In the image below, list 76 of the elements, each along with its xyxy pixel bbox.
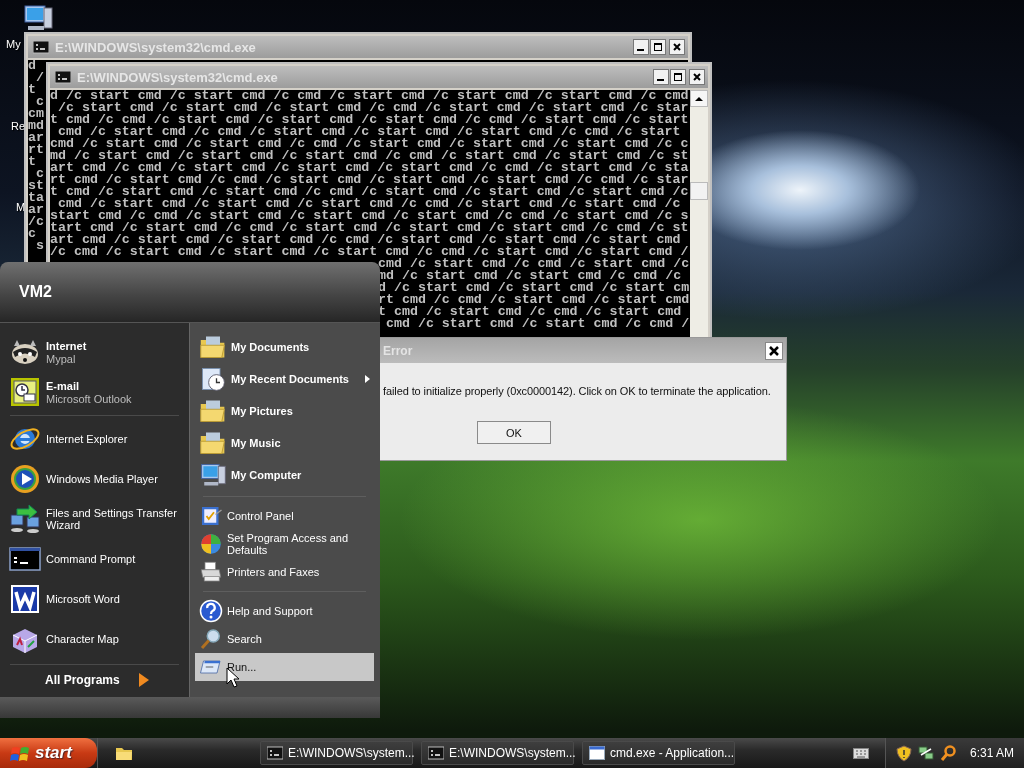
pinned-program[interactable]: Internet Mypal — [0, 332, 189, 372]
close-button[interactable] — [669, 39, 685, 55]
places-item[interactable]: Control Panel — [195, 502, 374, 530]
console-icon — [55, 70, 71, 84]
program-name: E-mail — [46, 379, 80, 392]
recent-program[interactable]: Command Prompt — [0, 539, 189, 579]
desktop-icon-label: My — [6, 38, 21, 50]
close-button[interactable] — [765, 341, 783, 360]
places-item[interactable]: My Documents — [195, 331, 374, 363]
places-item[interactable]: Help and Support — [195, 597, 374, 625]
windows-flag-icon — [10, 744, 30, 762]
media-player-icon — [9, 463, 41, 495]
places-item[interactable]: Printers and Faxes — [195, 558, 374, 586]
arrow-icon — [137, 672, 150, 688]
maximize-button[interactable] — [670, 69, 686, 85]
places-item[interactable]: My Recent Documents — [195, 363, 374, 395]
start-button[interactable]: start — [0, 738, 97, 768]
close-button[interactable] — [689, 69, 705, 85]
error-message: failed to initialize properly (0xc0000142). Click on OK to terminate the application. — [382, 384, 772, 397]
minimize-button[interactable] — [633, 39, 649, 55]
recent-program[interactable]: Internet Explorer — [0, 419, 189, 459]
scroll-up-button[interactable] — [690, 90, 708, 107]
taskbar-button[interactable]: cmd.exe - Application... — [582, 741, 735, 765]
computer-icon — [199, 461, 227, 489]
folder-icon — [116, 745, 132, 761]
scrollbar-thumb[interactable] — [690, 182, 708, 200]
clock-document-icon — [199, 365, 227, 393]
recent-program[interactable]: Files and Settings Transfer Wizard — [0, 499, 189, 539]
places-item[interactable]: Search — [195, 625, 374, 653]
places-item[interactable]: My Computer — [195, 459, 374, 491]
taskbar-button[interactable]: E:\WINDOWS\system... — [260, 741, 413, 765]
computers-arrow-icon — [9, 503, 41, 535]
taskbar-button[interactable]: E:\WINDOWS\system... — [421, 741, 574, 765]
keyboard-icon — [852, 746, 869, 760]
all-programs-button[interactable]: All Programs — [0, 668, 189, 692]
minimize-button[interactable] — [653, 69, 669, 85]
desktop-icon-label: Re — [11, 120, 26, 132]
console-icon — [428, 746, 444, 760]
close-icon — [768, 344, 780, 357]
close-icon — [672, 42, 682, 52]
network-icon — [917, 745, 934, 761]
window-icon — [589, 746, 605, 760]
scrollbar[interactable] — [690, 90, 708, 340]
ok-button[interactable]: OK — [477, 421, 551, 444]
maximize-button[interactable] — [650, 39, 666, 55]
places-item[interactable]: Run... — [195, 653, 374, 681]
recent-program[interactable]: Microsoft Word — [0, 579, 189, 619]
program-subtitle: Microsoft Outlook — [46, 392, 132, 405]
user-name: VM2 — [19, 283, 52, 301]
places-item[interactable]: My Pictures — [195, 395, 374, 427]
color-circle-icon — [199, 532, 223, 556]
printer-icon — [199, 560, 223, 584]
console-icon — [267, 746, 283, 760]
clock: 6:31 AM — [969, 746, 1014, 760]
console-icon — [33, 40, 49, 54]
places-item[interactable]: Set Program Access and Defaults — [195, 530, 374, 558]
mail-clock-icon — [9, 376, 41, 408]
control-panel-icon — [199, 504, 223, 528]
pinned-program[interactable]: E-mail Microsoft Outlook — [0, 372, 189, 412]
help-icon — [199, 599, 223, 623]
search-icon — [199, 627, 223, 651]
search-icon — [939, 745, 956, 761]
up-arrow-icon — [695, 95, 703, 102]
window-title: E:\WINDOWS\system32\cmd.exe — [55, 39, 257, 55]
recent-program[interactable]: Windows Media Player — [0, 459, 189, 499]
close-icon — [692, 72, 702, 82]
program-name: Internet — [46, 339, 87, 352]
console-output: d / t c cm md ar rt t c st ta ar /c c s — [28, 60, 44, 252]
program-subtitle: Mypal — [46, 352, 77, 365]
desktop-icon-label: M — [16, 201, 26, 213]
window-title: E:\WINDOWS\system32\cmd.exe — [77, 69, 279, 85]
shield-icon — [895, 744, 912, 762]
places-item[interactable]: My Music — [195, 427, 374, 459]
dialog-title: Error — [383, 343, 414, 358]
word-processor-icon — [9, 583, 41, 615]
recent-program[interactable]: Character Map — [0, 619, 189, 659]
